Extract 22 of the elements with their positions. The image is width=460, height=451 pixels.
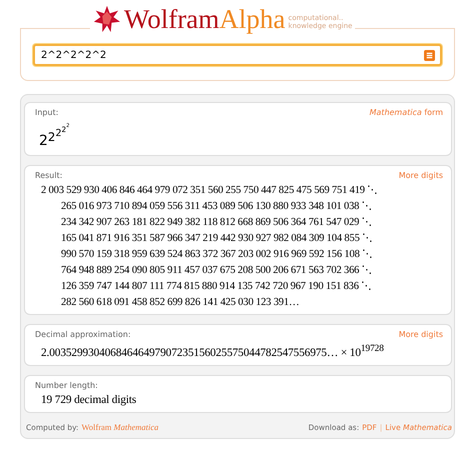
- list-icon[interactable]: [424, 50, 435, 60]
- pod-title: Number length:: [35, 380, 98, 390]
- star-logo-icon: [93, 5, 121, 33]
- search-field[interactable]: 2^2^2^2^2: [33, 44, 442, 66]
- pod-link[interactable]: More digits: [398, 171, 443, 180]
- pod-text: 2.00352993040684646497907235156025575044782547556975… × 10$^{19728}$: [40, 342, 385, 361]
- pod-title: Input:: [35, 108, 58, 117]
- pod-link[interactable]: Mathematica form: [370, 108, 443, 117]
- digit-line: 265 016 973 710 894 059 556 311 453 089 506 130 880 933 348 101 038 ⋱: [60, 199, 374, 214]
- pod-text: 19 729 decimal digits: [40, 392, 138, 408]
- logo-wordmark: WolframAlpha: [124, 4, 286, 34]
- digit-line: 282 560 618 091 458 852 699 826 141 425 030 123 391…: [60, 295, 300, 310]
- pod-link[interactable]: More digits: [398, 330, 443, 339]
- digit-line: 126 359 747 144 807 111 774 815 880 914 135 742 720 967 190 151 836 ⋱: [60, 279, 373, 294]
- digit-line: 990 570 159 318 959 639 524 863 372 367 203 002 916 969 592 156 108 ⋱: [60, 247, 374, 262]
- digit-line: 165 041 871 916 351 587 966 347 219 442 930 927 982 084 309 104 855 ⋱: [60, 231, 374, 246]
- digit-line: 234 342 907 263 181 822 949 382 118 812 668 869 506 364 761 547 029 ⋱: [60, 215, 374, 230]
- digit-line: 764 948 889 254 090 805 911 457 037 675 208 500 206 671 563 702 366 ⋱: [60, 263, 374, 278]
- digit-line: 2 003 529 930 406 846 464 979 072 351 560 255 750 447 825 475 569 751 419 ⋱: [41, 183, 379, 198]
- pod-title: Decimal approximation:: [35, 330, 131, 339]
- mathematica-link[interactable]: Wolfram Mathematica: [82, 422, 159, 432]
- pod-title: Result:: [35, 171, 62, 180]
